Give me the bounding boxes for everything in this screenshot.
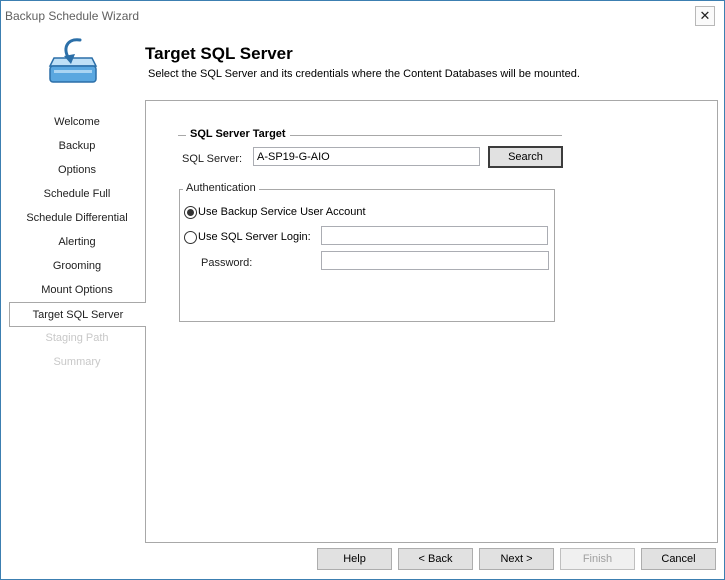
nav-item-target-sql-server[interactable]: Target SQL Server — [9, 302, 146, 327]
sql-server-input[interactable] — [253, 147, 480, 166]
backup-drive-arrow-icon — [48, 38, 98, 83]
nav-item-mount-options[interactable]: Mount Options — [9, 278, 145, 302]
page-title: Target SQL Server — [145, 44, 293, 63]
sql-server-label: SQL Server: — [182, 153, 243, 165]
nav-item-schedule-full[interactable]: Schedule Full — [9, 182, 145, 206]
sql-server-target-heading: SQL Server Target — [186, 128, 290, 140]
help-button[interactable]: Help — [317, 548, 392, 570]
nav-item-grooming[interactable]: Grooming — [9, 254, 145, 278]
nav-item-summary: Summary — [53, 356, 101, 368]
nav-item-schedule-differential[interactable]: Schedule Differential — [9, 206, 145, 230]
page-subtitle: Select the SQL Server and its credential… — [148, 68, 580, 80]
authentication-legend: Authentication — [183, 182, 259, 194]
nav-item-backup[interactable]: Backup — [9, 134, 145, 158]
close-button[interactable]: ✕ — [695, 6, 715, 26]
search-button[interactable]: Search — [488, 146, 563, 168]
radio-service-account-label[interactable]: Use Backup Service User Account — [198, 206, 366, 218]
password-label: Password: — [201, 257, 253, 269]
window-title: Backup Schedule Wizard — [5, 9, 140, 23]
cancel-button[interactable]: Cancel — [641, 548, 716, 570]
password-input[interactable] — [321, 251, 549, 270]
sql-login-input[interactable] — [321, 226, 548, 245]
radio-sql-login-label[interactable]: Use SQL Server Login: — [198, 231, 311, 243]
next-button[interactable]: Next > — [479, 548, 554, 570]
close-icon: ✕ — [699, 8, 711, 23]
nav-item-staging-path: Staging Path — [45, 332, 109, 344]
radio-sql-login[interactable] — [184, 231, 197, 244]
nav-item-options[interactable]: Options — [9, 158, 145, 182]
finish-button: Finish — [560, 548, 635, 570]
back-button[interactable]: < Back — [398, 548, 473, 570]
nav-item-alerting[interactable]: Alerting — [9, 230, 145, 254]
nav-item-welcome[interactable]: Welcome — [9, 110, 145, 134]
radio-service-account[interactable] — [184, 206, 197, 219]
title-bar: Backup Schedule Wizard ✕ — [1, 1, 724, 31]
